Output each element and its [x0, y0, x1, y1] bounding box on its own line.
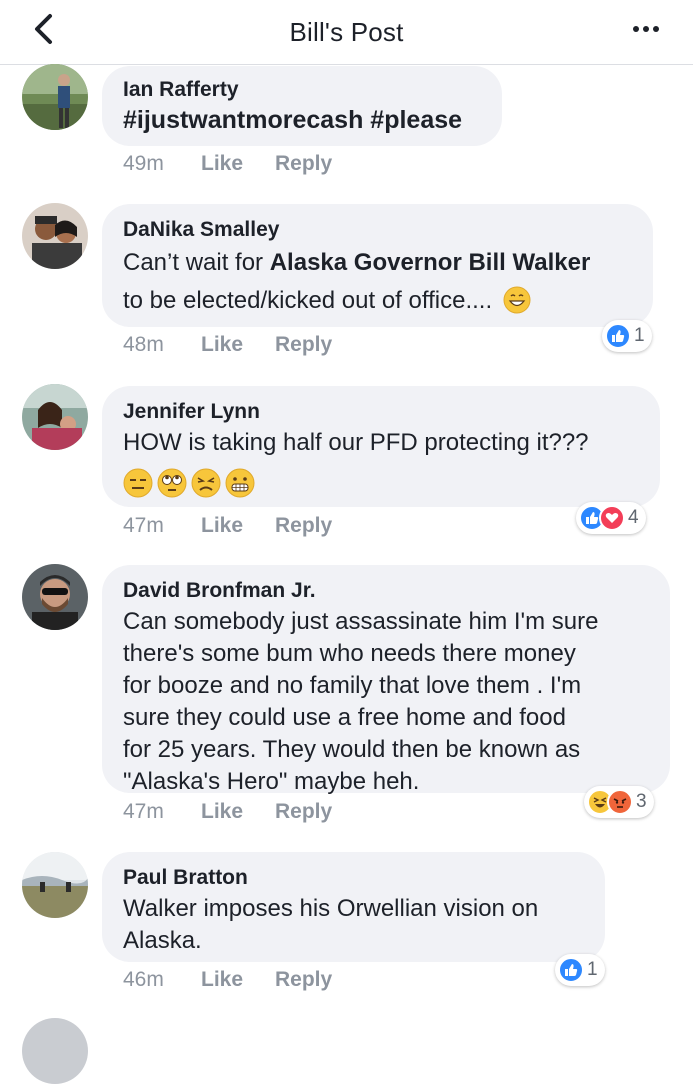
reply-button[interactable]: Reply	[275, 514, 332, 538]
comment-text-line: for 25 years. They would then be known a…	[123, 736, 581, 763]
comment-meta: 49m Like Reply	[123, 152, 332, 176]
reply-button[interactable]: Reply	[275, 800, 332, 824]
comment-author[interactable]: David Bronfman Jr.	[123, 579, 648, 603]
comment-text-line: there's some bum who needs there money	[123, 640, 576, 667]
page-title: Bill's Post	[289, 16, 404, 47]
avatar[interactable]	[22, 64, 88, 130]
avatar[interactable]	[22, 1018, 88, 1084]
comment-text-line: Alaska.	[123, 927, 202, 954]
avatar[interactable]	[22, 384, 88, 450]
like-button[interactable]: Like	[201, 514, 275, 538]
comment-meta: 47m Like Reply	[123, 514, 332, 538]
comment-meta: 47m Like Reply	[123, 800, 332, 824]
comment-bubble[interactable]: Ian Rafferty #ijustwantmorecash #please	[102, 66, 502, 146]
comment-text[interactable]: Can’t wait for Alaska Governor Bill Walk…	[123, 248, 631, 278]
reaction-summary[interactable]: 1	[602, 320, 652, 352]
comment-text[interactable]: HOW is taking half our PFD protecting it…	[123, 428, 638, 458]
avatar[interactable]	[22, 564, 88, 630]
reaction-summary[interactable]: 1	[555, 954, 605, 986]
comment-text[interactable]: Walker imposes his Orwellian vision on A…	[123, 894, 583, 956]
more-options-icon[interactable]	[629, 14, 663, 44]
comment-timestamp: 47m	[123, 800, 164, 823]
reply-button[interactable]: Reply	[275, 968, 332, 992]
like-button[interactable]: Like	[201, 152, 275, 176]
comment-bubble[interactable]: Paul Bratton Walker imposes his Orwellia…	[102, 852, 605, 962]
reaction-summary[interactable]: 3	[584, 786, 654, 818]
comment-text-line: Walker imposes his Orwellian vision on	[123, 895, 539, 922]
comment-text-line: to be elected/kicked out of office....	[123, 286, 631, 316]
tagged-page-link[interactable]: Alaska Governor Bill Walker	[270, 249, 591, 276]
comment-timestamp: 49m	[123, 152, 164, 175]
face-with-rolling-eyes-icon	[157, 468, 187, 498]
comment-bubble[interactable]: Jennifer Lynn HOW is taking half our PFD…	[102, 386, 660, 507]
like-reaction-icon	[605, 323, 631, 349]
comment-text-pre: Can’t wait for	[123, 249, 270, 276]
comment-meta: 48m Like Reply	[123, 333, 332, 357]
comment-bubble[interactable]: DaNika Smalley Can’t wait for Alaska Gov…	[102, 204, 653, 327]
comment-timestamp: 47m	[123, 514, 164, 537]
reply-button[interactable]: Reply	[275, 333, 332, 357]
back-chevron-icon[interactable]	[28, 12, 58, 46]
comment-text-post: to be elected/kicked out of office....	[123, 287, 493, 314]
reaction-summary[interactable]: 4	[576, 502, 646, 534]
comment-author[interactable]: Ian Rafferty	[123, 78, 480, 102]
comment-text[interactable]: Can somebody just assassinate him I'm su…	[123, 607, 648, 797]
angry-reaction-icon	[607, 789, 633, 815]
reaction-count: 4	[628, 507, 639, 528]
comment-bubble[interactable]: David Bronfman Jr. Can somebody just ass…	[102, 565, 670, 795]
comment-timestamp: 46m	[123, 968, 164, 991]
reply-button[interactable]: Reply	[275, 152, 332, 176]
comment-text[interactable]: #ijustwantmorecash #please	[123, 104, 480, 136]
comment-text-line: "Alaska's Hero" maybe heh.	[123, 768, 420, 795]
reaction-count: 3	[636, 791, 647, 812]
like-button[interactable]: Like	[201, 333, 275, 357]
avatar[interactable]	[22, 203, 88, 269]
comment-author[interactable]: Paul Bratton	[123, 866, 583, 890]
like-button[interactable]: Like	[201, 968, 275, 992]
confounded-face-icon	[191, 468, 221, 498]
comment-author[interactable]: DaNika Smalley	[123, 218, 631, 242]
reaction-count: 1	[587, 959, 598, 980]
love-reaction-icon	[599, 505, 625, 531]
like-button[interactable]: Like	[201, 800, 275, 824]
comment-text-line: for booze and no family that love them .…	[123, 672, 582, 699]
comment-meta: 46m Like Reply	[123, 968, 332, 992]
grinning-face-icon	[503, 286, 531, 314]
like-reaction-icon	[558, 957, 584, 983]
comment-timestamp: 48m	[123, 333, 164, 356]
comment-text-line: sure they could use a free home and food	[123, 704, 566, 731]
comment-text-line: Can somebody just assassinate him I'm su…	[123, 608, 599, 635]
avatar[interactable]	[22, 852, 88, 918]
expressionless-face-icon	[123, 468, 153, 498]
reaction-count: 1	[634, 325, 645, 346]
post-header: Bill's Post	[0, 0, 693, 65]
grimacing-face-icon	[225, 468, 255, 498]
emoji-row	[123, 468, 638, 498]
comment-author[interactable]: Jennifer Lynn	[123, 400, 638, 424]
